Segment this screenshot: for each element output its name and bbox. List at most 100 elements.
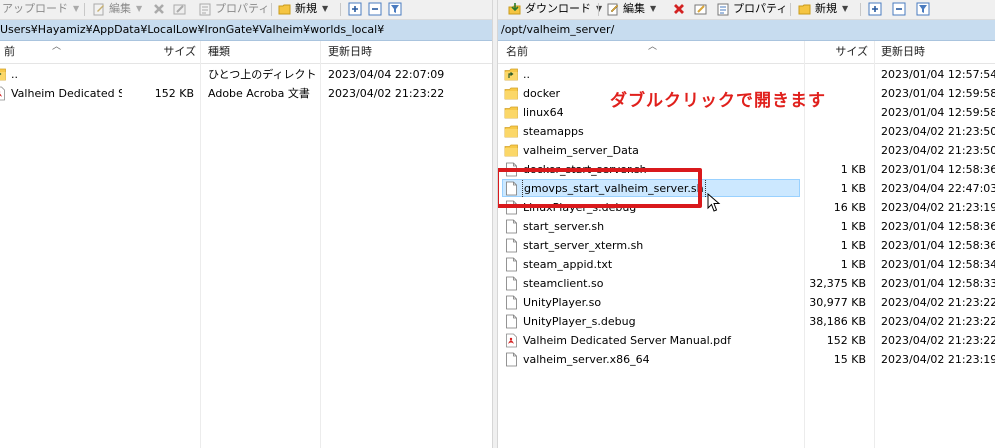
- file-size: [798, 65, 866, 84]
- rename-button[interactable]: [694, 1, 708, 17]
- chevron-down-icon: ▼: [596, 4, 603, 13]
- table-row[interactable]: valheim_server.x86_64 15 KB 2023/04/02 21:…: [498, 350, 995, 369]
- delete-button[interactable]: [672, 1, 686, 17]
- file-size: [798, 141, 866, 160]
- table-row[interactable]: UnityPlayer_s.debug 38,186 KB 2023/04/02 2…: [498, 312, 995, 331]
- table-row[interactable]: Valheim Dedicated Se... 152 KB Adobe Acrob…: [0, 84, 492, 103]
- pdf-icon: [506, 333, 517, 348]
- edit-button[interactable]: 編集 ▼: [92, 1, 142, 17]
- edit-button[interactable]: 編集 ▼: [606, 1, 656, 17]
- file-name: Valheim Dedicated Server Manual.pdf: [504, 331, 802, 350]
- filter-button[interactable]: [916, 1, 930, 17]
- properties-icon: [717, 3, 729, 16]
- file-size: 1 KB: [840, 182, 866, 195]
- column-name[interactable]: 名前: [506, 41, 626, 63]
- file-modified: 2023/04/02 21:23:19: [881, 201, 995, 214]
- delete-button[interactable]: [152, 1, 166, 17]
- remote-toolbar: ダウンロード ▼ 編集 ▼ プロパティ 新規 ▼: [498, 0, 995, 20]
- folder-icon: [504, 125, 518, 138]
- file-icon: [506, 314, 517, 329]
- edit-label: 編集: [109, 2, 131, 15]
- local-column-header: ︿ 前 サイズ 種類 更新日時: [0, 41, 492, 64]
- file-modified: 2023/04/04 22:07:09: [328, 68, 445, 81]
- file-name: valheim_server.x86_64: [504, 350, 802, 369]
- file-name-text: Valheim Dedicated Se...: [11, 87, 122, 100]
- properties-button[interactable]: プロパティ: [716, 1, 787, 17]
- annotation-label: ダブルクリックで開きます: [610, 91, 826, 111]
- column-modified[interactable]: 更新日時: [881, 41, 991, 63]
- pdf-icon: [0, 86, 5, 101]
- file-modified: 2023/01/04 12:58:36: [881, 239, 995, 252]
- file-icon: [506, 276, 517, 291]
- new-button[interactable]: 新規 ▼: [798, 1, 848, 17]
- edit-icon: [607, 3, 619, 16]
- file-name-text: start_server.sh: [523, 220, 605, 233]
- expand-button[interactable]: [868, 1, 882, 17]
- column-size[interactable]: サイズ: [120, 41, 196, 63]
- toolbar-divider: [598, 3, 599, 16]
- expand-button[interactable]: [348, 1, 362, 17]
- table-row[interactable]: start_server_xterm.sh 1 KB 2023/01/04 12:5…: [498, 236, 995, 255]
- toolbar-divider: [860, 3, 861, 16]
- file-name: steamclient.so: [504, 274, 802, 293]
- filter-button[interactable]: [388, 1, 402, 17]
- file-name-text: ..: [523, 68, 530, 81]
- plus-icon: [348, 2, 362, 16]
- download-icon: [508, 3, 521, 15]
- file-name-text: steamclient.so: [523, 277, 604, 290]
- file-name-text: valheim_server_Data: [523, 144, 639, 157]
- chevron-down-icon: ▼: [73, 4, 80, 13]
- file-size: 1 KB: [840, 220, 866, 233]
- upload-button[interactable]: アップロード ▼: [2, 1, 79, 17]
- file-size: 1 KB: [840, 239, 866, 252]
- collapse-button[interactable]: [368, 1, 382, 17]
- collapse-button[interactable]: [892, 1, 906, 17]
- file-type: Adobe Acroba 文書: [208, 87, 310, 100]
- column-type[interactable]: 種類: [208, 41, 318, 63]
- rename-icon: [694, 4, 707, 15]
- table-row[interactable]: .. 2023/01/04 12:57:54: [498, 65, 995, 84]
- table-row[interactable]: Valheim Dedicated Server Manual.pdf 152 K…: [498, 331, 995, 350]
- new-label: 新規: [295, 2, 317, 15]
- column-name[interactable]: 前: [4, 41, 114, 63]
- table-row[interactable]: steamapps 2023/04/02 21:23:50: [498, 122, 995, 141]
- file-size: 16 KB: [833, 201, 866, 214]
- file-name-text: UnityPlayer_s.debug: [523, 315, 636, 328]
- file-size: 152 KB: [154, 87, 194, 100]
- file-icon: [506, 238, 517, 253]
- properties-button[interactable]: プロパティ: [198, 1, 269, 17]
- file-modified: 2023/01/04 12:57:54: [881, 68, 995, 81]
- rename-icon: [173, 4, 186, 15]
- properties-label: プロパティ: [733, 2, 788, 15]
- folder-up-icon: [0, 68, 6, 81]
- table-row[interactable]: steamclient.so 32,375 KB 2023/01/04 12:58:…: [498, 274, 995, 293]
- file-icon: [506, 295, 517, 310]
- remote-path-bar[interactable]: /opt/valheim_server/: [498, 20, 995, 41]
- file-modified: 2023/04/04 22:47:03: [881, 182, 995, 195]
- table-row[interactable]: start_server.sh 1 KB 2023/01/04 12:58:36: [498, 217, 995, 236]
- file-name: valheim_server_Data: [504, 141, 802, 160]
- file-size: 38,186 KB: [809, 315, 866, 328]
- table-row[interactable]: steam_appid.txt 1 KB 2023/01/04 12:58:34: [498, 255, 995, 274]
- folder-icon: [504, 106, 518, 119]
- new-button[interactable]: 新規 ▼: [278, 1, 328, 17]
- filter-icon: [916, 2, 930, 16]
- new-label: 新規: [815, 2, 837, 15]
- file-modified: 2023/01/04 12:58:33: [881, 277, 995, 290]
- download-button[interactable]: ダウンロード ▼: [508, 1, 602, 17]
- file-modified: 2023/04/02 21:23:50: [881, 125, 995, 138]
- remote-pane: ダウンロード ▼ 編集 ▼ プロパティ 新規 ▼ /opt/valheim_se…: [498, 0, 995, 448]
- local-path-bar[interactable]: Users¥Hayamiz¥AppData¥LocalLow¥IronGate¥…: [0, 20, 492, 41]
- table-row[interactable]: valheim_server_Data 2023/04/02 21:23:50: [498, 141, 995, 160]
- minus-icon: [368, 2, 382, 16]
- column-size[interactable]: サイズ: [798, 41, 868, 63]
- toolbar-divider: [790, 3, 791, 16]
- table-row[interactable]: .. ひとつ上のディレクトリ 2023/04/04 22:07:09: [0, 65, 492, 84]
- rename-button[interactable]: [173, 1, 187, 17]
- column-modified[interactable]: 更新日時: [328, 41, 448, 63]
- chevron-down-icon: ▼: [322, 4, 329, 13]
- file-size: 1 KB: [840, 258, 866, 271]
- file-size: 15 KB: [833, 353, 866, 366]
- table-row[interactable]: UnityPlayer.so 30,977 KB 2023/04/02 21:23:…: [498, 293, 995, 312]
- file-modified: 2023/04/02 21:23:22: [328, 87, 445, 100]
